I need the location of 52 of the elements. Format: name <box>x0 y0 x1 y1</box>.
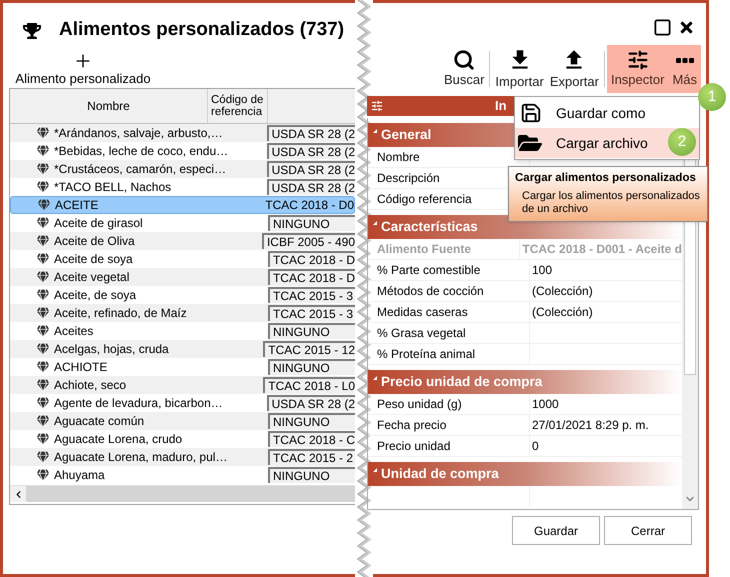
property-label: Precio unidad <box>368 436 530 456</box>
table-cell: TCAC 2018 - D <box>268 251 355 267</box>
table-cell: TCAC 2015 - 12 <box>263 341 355 357</box>
table-cell-text: Aceite, de soya <box>54 287 136 304</box>
table-cell: NINGUNO <box>268 323 355 339</box>
table-cell-text: ACEITE <box>55 197 98 214</box>
table-cell: USDA SR 28 (2 <box>266 179 355 195</box>
table-cell-text: Aceite vegetal <box>54 269 130 286</box>
table-cell: NINGUNO <box>268 413 355 429</box>
table-cell-text: Aceite, refinado, de Maíz <box>54 305 187 322</box>
callout-badge: 1 <box>698 83 726 111</box>
table-cell: NINGUNO <box>268 215 355 231</box>
table-cell-text: Ahuyama <box>54 467 105 484</box>
property-label: Medidas caseras <box>368 302 530 322</box>
table-cell-text: Aceite de Oliva <box>54 233 135 250</box>
table-cell-text: TCAC 2018 - D0 <box>264 197 354 213</box>
table-cell-text: Aguacate Lorena, crudo <box>54 431 182 448</box>
table-cell-text: Aceite de girasol <box>54 215 143 232</box>
property-label: Peso unidad (g) <box>368 394 530 414</box>
table-cell: NINGUNO <box>268 467 355 483</box>
table-cell: NINGUNO <box>268 359 355 375</box>
property-label: % Parte comestible <box>368 260 530 280</box>
table-cell: TCAC 2015 - 2 <box>268 449 355 465</box>
table-cell-text: Achiote, seco <box>54 377 126 394</box>
table-cell-text: *TACO BELL, Nachos <box>54 179 172 196</box>
table-cell: TCAC 2015 - 3 <box>268 305 355 321</box>
table-cell-text: Aceites <box>54 323 94 340</box>
property-label: Métodos de cocción <box>368 281 530 301</box>
table-cell: USDA SR 28 (2 <box>266 161 355 177</box>
property-label: % Proteína animal <box>368 344 530 364</box>
table-cell: TCAC 2015 - 3 <box>268 287 355 303</box>
table-cell-text: Aceite de soya <box>54 251 133 268</box>
table-cell-text: *Crustáceos, camarón, especi… <box>54 161 226 178</box>
table-cell: TCAC 2018 - D <box>268 269 355 285</box>
table-cell-text: Agente de levadura, bicarbon… <box>54 395 223 412</box>
table-cell-text: Acelgas, hojas, cruda <box>54 341 169 358</box>
table-cell-text: Aguacate común <box>54 413 144 430</box>
property-label: Fecha precio <box>368 415 530 435</box>
table-cell: USDA SR 28 (2 <box>266 395 355 411</box>
table-cell-text: Aguacate Lorena, maduro, pul… <box>54 449 228 466</box>
table-cell: ICBF 2005 - 490 <box>262 233 355 249</box>
property-label: Alimento Fuente <box>368 239 520 259</box>
property-label: % Grasa vegetal <box>368 323 530 343</box>
window-title: Alimentos personalizados (737) <box>59 18 344 42</box>
table-cell-text: *Arándanos, salvaje, arbusto,… <box>54 125 223 142</box>
table-cell: USDA SR 28 (2 <box>266 143 355 159</box>
inspector-title: In <box>495 97 507 116</box>
table-cell-text: ACHIOTE <box>54 359 108 376</box>
table-cell-text: *Bebidas, leche de coco, endu… <box>54 143 228 160</box>
table-cell: TCAC 2018 - C <box>268 431 355 447</box>
table-cell: TCAC 2018 - L0 <box>263 377 355 393</box>
table-cell: USDA SR 28 (2 <box>266 125 355 141</box>
